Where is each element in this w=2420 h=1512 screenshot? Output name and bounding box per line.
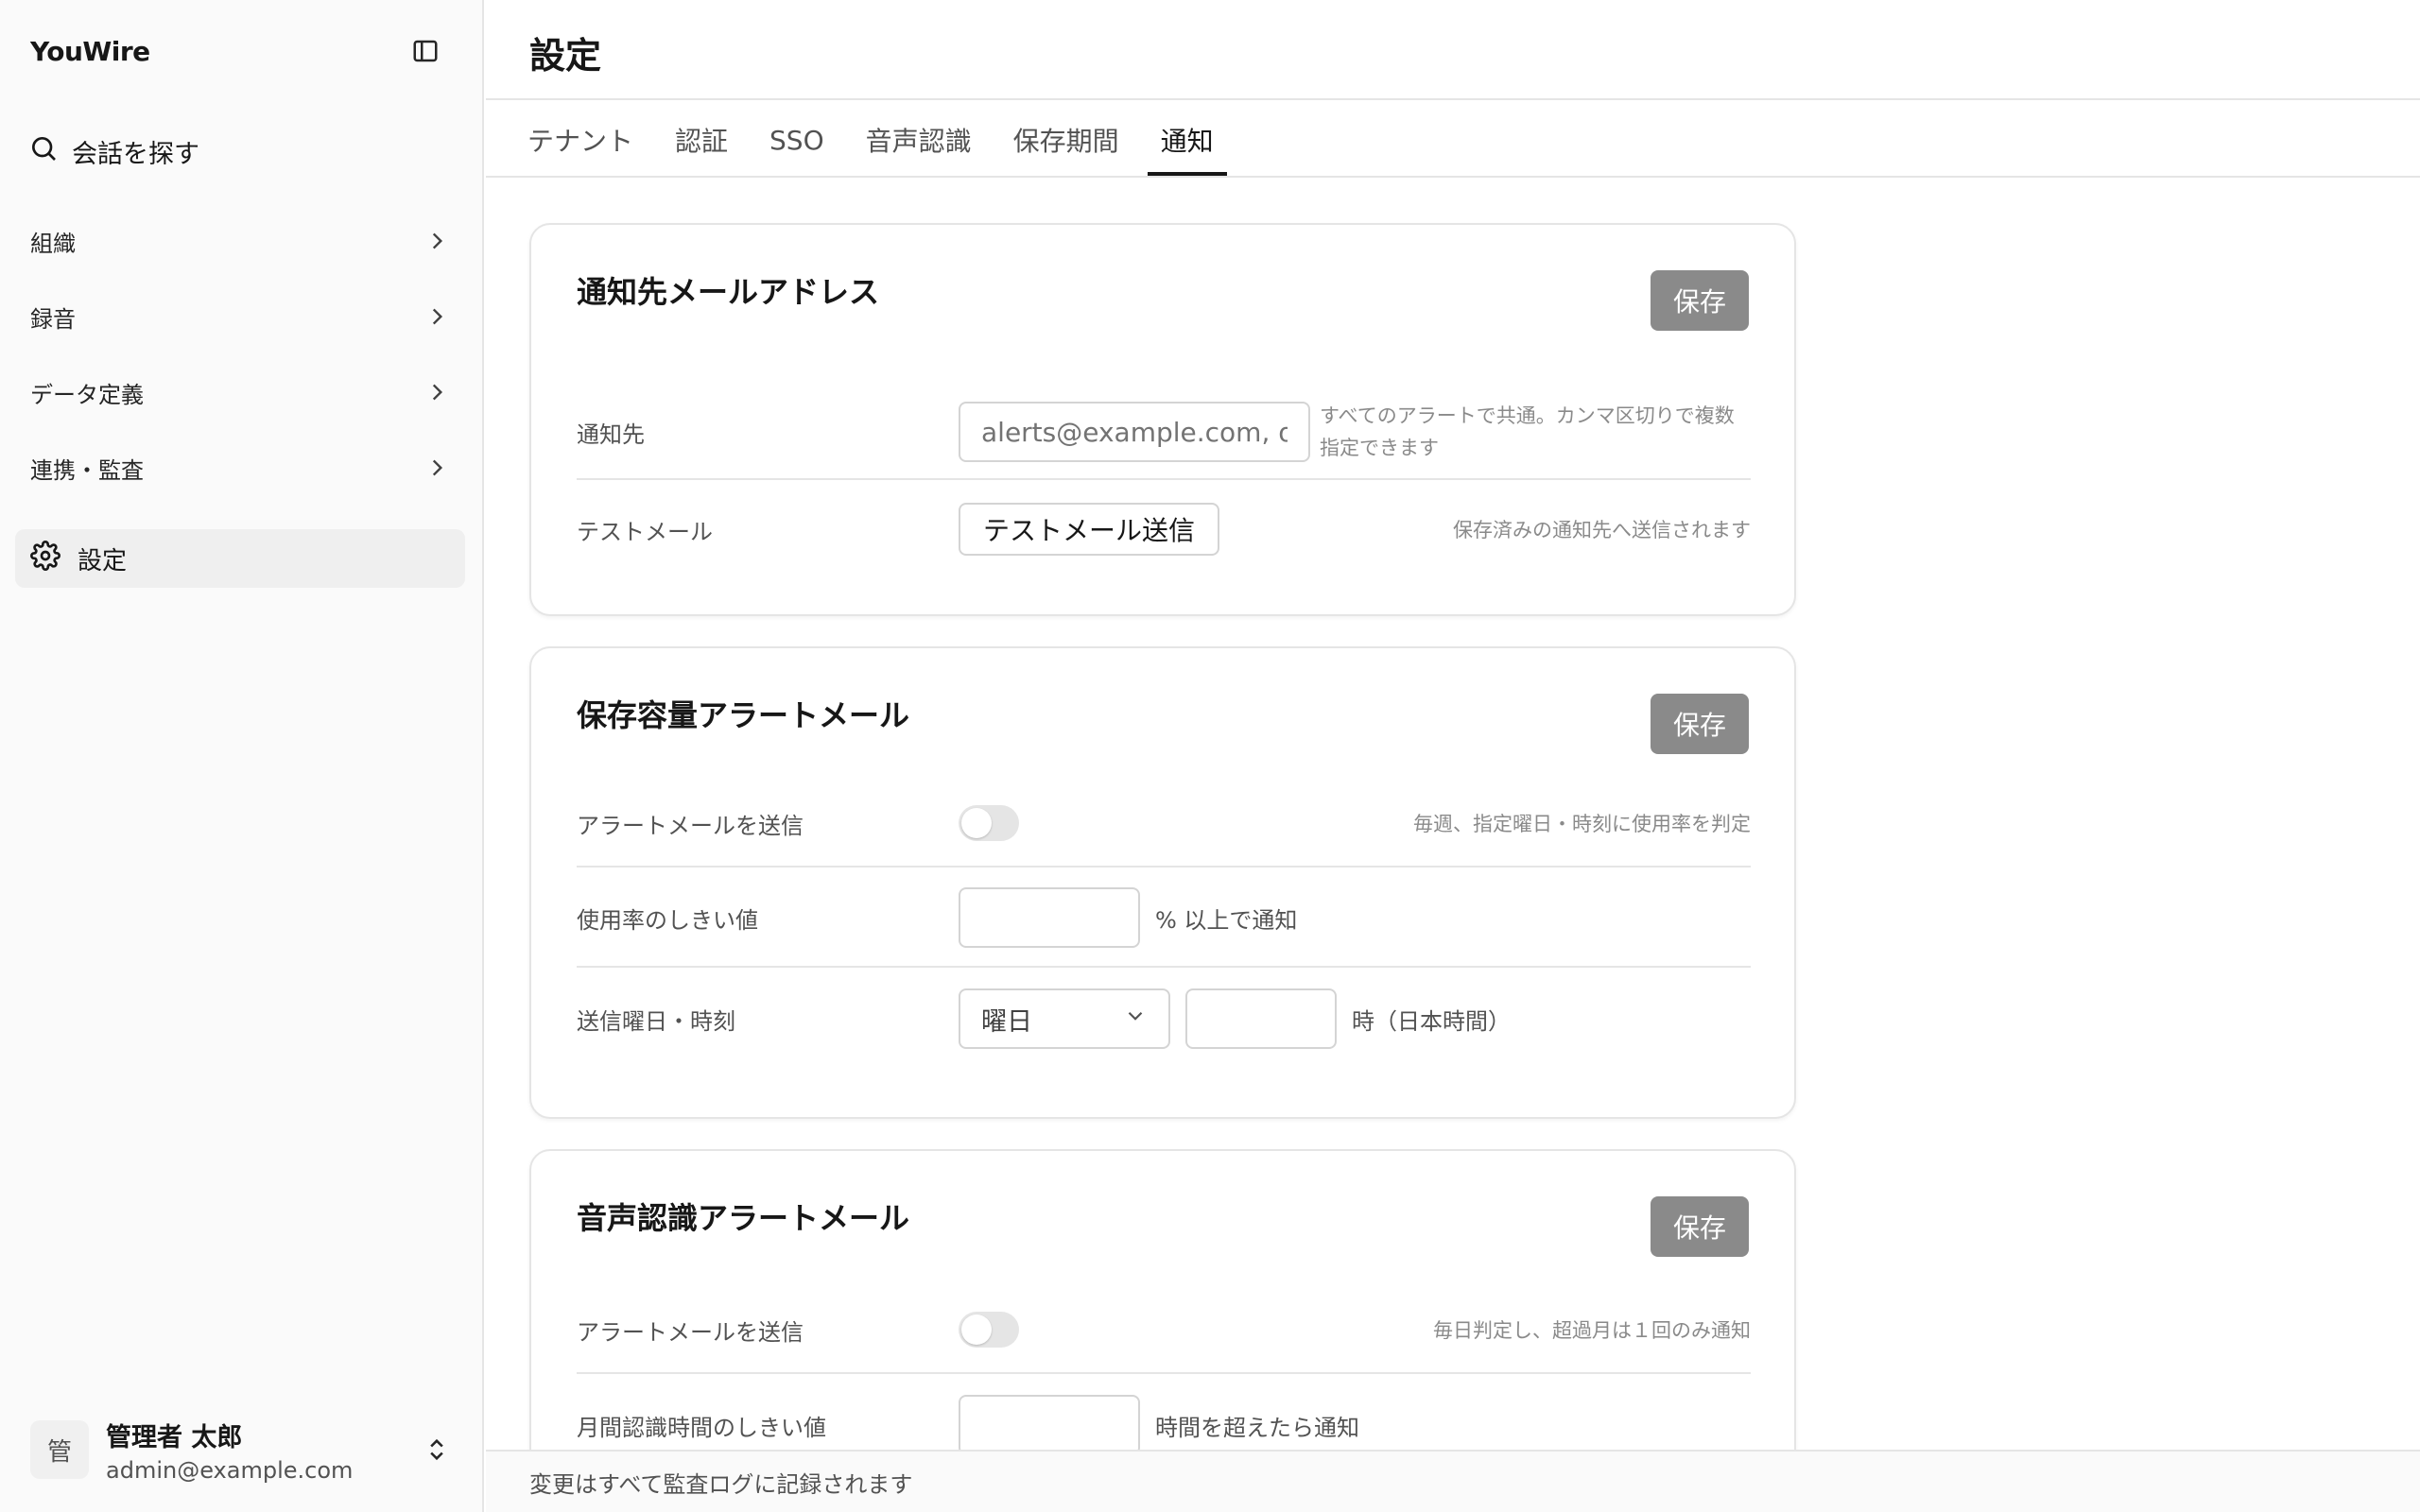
send-test-email-button[interactable]: テストメール送信 [959,503,1220,556]
test-email-hint: 保存済みの通知先へ送信されます [1453,519,1751,541]
send-alert-toggle[interactable] [959,805,1019,841]
recipients-hint: すべてのアラートで共通。カンマ区切りで複数指定できます [1320,404,1735,459]
send-alert-label: アラートメールを送信 [577,812,804,839]
card-title: 通知先メールアドレス [577,274,880,310]
test-email-row: テストメール テストメール送信 保存済みの通知先へ送信されます [577,482,1751,576]
threshold-input[interactable] [959,887,1140,948]
sidebar-item-integration-audit[interactable]: 連携・監査 [15,438,465,497]
chevron-right-icon [424,455,450,481]
tab-speech-recognition[interactable]: 音声認識 [853,104,985,176]
tabs-divider [486,176,2420,178]
main-content: 設定 テナント 認証 SSO 音声認識 保存期間 通知 通知先メールアドレス 保… [486,0,2420,1512]
threshold-label: 月間認識時間のしきい値 [577,1414,826,1441]
save-button[interactable]: 保存 [1651,694,1749,754]
tab-retention[interactable]: 保存期間 [1000,104,1132,176]
chevron-right-icon [424,303,450,330]
threshold-input[interactable] [959,1395,1140,1455]
settings-tabs: テナント 認証 SSO 音声認識 保存期間 通知 [514,104,1227,176]
gear-icon [30,540,60,577]
weekday-select[interactable]: 曜日 [959,988,1170,1049]
sidebar-toggle-button[interactable] [408,36,442,70]
toggle-knob [961,1314,992,1345]
tab-sso[interactable]: SSO [756,104,838,176]
sidebar-item-label: 組織 [30,230,76,257]
save-button[interactable]: 保存 [1651,270,1749,331]
chevron-right-icon [424,228,450,254]
send-alert-hint: 毎日判定し、超過月は１回のみ通知 [1433,1319,1751,1342]
hour-unit: 時（日本時間） [1352,1007,1511,1035]
card-title: 音声認識アラートメール [577,1200,910,1236]
save-button[interactable]: 保存 [1651,1196,1749,1257]
sidebar-item-organization[interactable]: 組織 [15,212,465,270]
send-alert-hint: 毎週、指定曜日・時刻に使用率を判定 [1413,813,1751,835]
test-email-label: テストメール [577,518,713,545]
search-conversations-button[interactable]: 会話を探す [28,130,199,172]
storage-send-row: アラートメールを送信 毎週、指定曜日・時刻に使用率を判定 [577,781,1751,868]
toggle-knob [961,808,992,838]
sidebar-item-label: 連携・監査 [30,456,144,484]
recipients-input[interactable] [959,402,1310,462]
sidebar-item-data-definitions[interactable]: データ定義 [15,363,465,421]
storage-alert-card: 保存容量アラートメール 保存 アラートメールを送信 毎週、指定曜日・時刻に使用率… [529,646,1796,1119]
weekday-value: 曜日 [981,1006,1032,1037]
recipients-row: 通知先 すべてのアラートで共通。カンマ区切りで複数指定できます [577,386,1751,480]
storage-threshold-row: 使用率のしきい値 % 以上で通知 [577,869,1751,968]
user-name: 管理者 太郎 [106,1422,243,1452]
recipients-label: 通知先 [577,421,645,448]
sidebar-item-label: 録音 [30,305,76,333]
header-divider [486,98,2420,100]
sidebar-item-label: 設定 [78,546,128,576]
hour-input[interactable] [1185,988,1337,1049]
threshold-unit: % 以上で通知 [1155,906,1298,934]
tab-tenant[interactable]: テナント [514,104,647,176]
sidebar-item-settings[interactable]: 設定 [15,529,465,588]
notification-email-card: 通知先メールアドレス 保存 通知先 すべてのアラートで共通。カンマ区切りで複数指… [529,223,1796,616]
user-menu[interactable]: 管 管理者 太郎 admin@example.com [30,1404,454,1495]
chevrons-up-down-icon[interactable] [420,1433,454,1467]
tab-auth[interactable]: 認証 [662,104,741,176]
storage-schedule-row: 送信曜日・時刻 曜日 時（日本時間） [577,970,1751,1068]
page-title: 設定 [529,35,602,77]
sidebar: YouWire 会話を探す 組織 録音 データ定義 連携・監査 設定 管 管理者 [0,0,484,1512]
chevron-right-icon [424,379,450,405]
sidebar-toggle-icon [411,37,440,69]
user-email: admin@example.com [106,1456,354,1484]
send-alert-toggle[interactable] [959,1312,1019,1348]
asr-send-row: アラートメールを送信 毎日判定し、超過月は１回のみ通知 [577,1287,1751,1374]
send-alert-label: アラートメールを送信 [577,1318,804,1346]
sidebar-item-recordings[interactable]: 録音 [15,287,465,346]
audit-footer: 変更はすべて監査ログに記録されます [486,1450,2420,1512]
tab-notifications[interactable]: 通知 [1147,104,1227,176]
search-icon [28,133,59,170]
search-label: 会話を探す [72,139,199,169]
sidebar-item-label: データ定義 [30,381,144,408]
app-brand[interactable]: YouWire [30,36,150,67]
threshold-label: 使用率のしきい値 [577,906,758,934]
footer-note: 変更はすべて監査ログに記録されます [529,1470,913,1498]
chevron-down-icon [1123,1004,1148,1035]
schedule-label: 送信曜日・時刻 [577,1007,735,1035]
card-title: 保存容量アラートメール [577,697,910,733]
threshold-unit: 時間を超えたら通知 [1155,1414,1359,1441]
avatar: 管 [30,1420,89,1479]
